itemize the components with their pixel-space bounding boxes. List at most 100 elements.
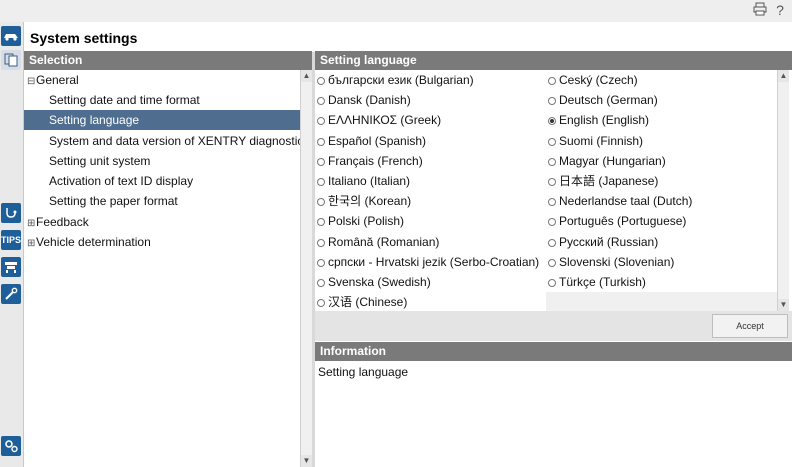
language-label: ΕΛΛΗΝΙΚΟΣ (Greek) [328, 113, 442, 128]
scroll-down-icon[interactable]: ▼ [778, 299, 789, 311]
help-icon[interactable]: ? [772, 2, 788, 18]
radio-button-icon[interactable] [548, 97, 556, 106]
language-label: Nederlandse taal (Dutch) [559, 194, 693, 209]
radio-button-icon[interactable] [548, 157, 556, 166]
tools-icon[interactable] [1, 284, 21, 304]
radio-button-icon[interactable] [548, 77, 556, 85]
language-option[interactable]: Français (French) [317, 151, 423, 171]
language-option[interactable]: Português (Portuguese) [548, 211, 686, 231]
settings-gears-icon[interactable] [1, 436, 21, 456]
accept-button[interactable]: Accept [712, 314, 788, 338]
radio-button-icon[interactable] [317, 97, 325, 106]
car-icon[interactable] [1, 26, 21, 46]
expand-icon[interactable]: ⊞ [27, 234, 36, 254]
tree-item-text-id-display[interactable]: Activation of text ID display [24, 171, 300, 191]
language-option[interactable]: 汉语 (Chinese) [317, 292, 407, 312]
language-option[interactable]: српски - Hrvatski jezik (Serbo-Croatian) [317, 252, 539, 272]
language-option[interactable]: Deutsch (German) [548, 90, 658, 110]
radio-button-icon[interactable] [317, 117, 325, 126]
tree-node-general[interactable]: ⊟General [24, 70, 300, 90]
language-option[interactable]: Русский (Russian) [548, 232, 658, 252]
language-label: Português (Portuguese) [559, 214, 687, 229]
tree-item-setting-language[interactable]: Setting language [24, 110, 300, 130]
top-toolbar: ? [0, 0, 792, 22]
stethoscope-icon[interactable] [1, 203, 21, 223]
tree-item-date-time-format[interactable]: Setting date and time format [24, 90, 300, 110]
radio-button-icon[interactable] [548, 218, 556, 227]
radio-button-icon[interactable] [548, 137, 556, 146]
language-scrollbar[interactable]: ▲ ▼ [777, 70, 789, 311]
expand-icon[interactable]: ⊞ [27, 214, 36, 234]
workshop-lift-icon[interactable] [1, 257, 21, 277]
radio-button-icon[interactable] [548, 117, 556, 126]
language-label: Slovenski (Slovenian) [559, 254, 675, 269]
language-option[interactable]: Svenska (Swedish) [317, 272, 431, 292]
radio-button-icon[interactable] [317, 137, 325, 146]
radio-button-icon[interactable] [317, 198, 325, 207]
tree-item-unit-system[interactable]: Setting unit system [24, 151, 300, 171]
language-option[interactable]: Türkçe (Turkish) [548, 272, 646, 292]
radio-button-icon[interactable] [317, 238, 325, 247]
printer-icon[interactable] [752, 2, 768, 18]
collapse-icon[interactable]: ⊟ [27, 72, 36, 92]
language-option[interactable]: Suomi (Finnish) [548, 131, 643, 151]
tree-node-vehicle-determination[interactable]: ⊞Vehicle determination [24, 232, 300, 252]
radio-button-icon[interactable] [317, 218, 325, 227]
language-label: Română (Romanian) [328, 234, 440, 249]
language-option[interactable]: Polski (Polish) [317, 211, 404, 231]
radio-button-icon[interactable] [317, 258, 325, 267]
radio-button-icon[interactable] [548, 238, 556, 247]
radio-button-icon[interactable] [317, 299, 325, 308]
radio-button-icon[interactable] [548, 258, 556, 267]
tree-item-paper-format[interactable]: Setting the paper format [24, 191, 300, 211]
information-text: Setting language [315, 361, 792, 467]
action-bar: Accept [315, 311, 792, 341]
language-label: Suomi (Finnish) [559, 133, 644, 148]
document-list-icon[interactable] [1, 50, 21, 70]
tree-node-feedback[interactable]: ⊞Feedback [24, 212, 300, 232]
radio-button-icon[interactable] [317, 178, 325, 186]
scroll-up-icon[interactable]: ▲ [301, 70, 312, 82]
language-option[interactable]: Dansk (Danish) [317, 90, 411, 110]
language-option[interactable]: 日本語 (Japanese) [548, 171, 658, 191]
scroll-down-icon[interactable]: ▼ [301, 455, 312, 467]
language-label: English (English) [559, 113, 650, 128]
language-label: Русский (Russian) [559, 234, 659, 249]
selection-tree: ⊟General Setting date and time format Se… [24, 70, 312, 467]
language-label: Svenska (Swedish) [328, 275, 431, 289]
tree-item-system-data-version[interactable]: System and data version of XENTRY diagno… [24, 131, 309, 151]
language-option[interactable]: Italiano (Italian) [317, 171, 410, 191]
language-label: Español (Spanish) [328, 133, 427, 148]
language-option[interactable]: български език (Bulgarian) [317, 70, 474, 90]
language-option[interactable]: ΕΛΛΗΝΙΚΟΣ (Greek) [317, 110, 441, 130]
left-icon-rail: TIPS [0, 22, 24, 467]
tips-icon[interactable]: TIPS [1, 230, 21, 250]
language-label: Magyar (Hungarian) [559, 153, 666, 168]
language-label: 한국의 (Korean) [328, 194, 412, 209]
selection-header: Selection [24, 51, 312, 70]
tree-node-label: Vehicle determination [36, 235, 151, 249]
language-option[interactable]: Español (Spanish) [317, 131, 426, 151]
language-label: 汉语 (Chinese) [328, 295, 408, 310]
selection-scrollbar[interactable]: ▲ ▼ [300, 70, 312, 467]
language-label: Ceský (Czech) [559, 73, 638, 87]
language-label: Polski (Polish) [328, 214, 405, 229]
radio-button-icon[interactable] [317, 279, 325, 287]
language-option[interactable]: 한국의 (Korean) [317, 191, 411, 211]
radio-button-icon[interactable] [317, 157, 325, 166]
radio-button-icon[interactable] [548, 198, 556, 207]
language-option[interactable]: Nederlandse taal (Dutch) [548, 191, 692, 211]
scroll-up-icon[interactable]: ▲ [778, 70, 789, 82]
language-option[interactable]: Magyar (Hungarian) [548, 151, 666, 171]
language-option[interactable]: Slovenski (Slovenian) [548, 252, 674, 272]
radio-button-icon[interactable] [317, 77, 325, 85]
radio-button-icon[interactable] [548, 178, 556, 186]
language-label: Français (French) [328, 153, 423, 168]
language-option[interactable]: Română (Romanian) [317, 232, 439, 252]
radio-button-icon[interactable] [548, 279, 556, 287]
tree-node-label: Feedback [36, 215, 89, 229]
language-option[interactable]: English (English) [548, 110, 649, 130]
language-label: Türkçe (Turkish) [559, 275, 646, 289]
language-label: Italiano (Italian) [328, 174, 411, 188]
language-option[interactable]: Ceský (Czech) [548, 70, 638, 90]
